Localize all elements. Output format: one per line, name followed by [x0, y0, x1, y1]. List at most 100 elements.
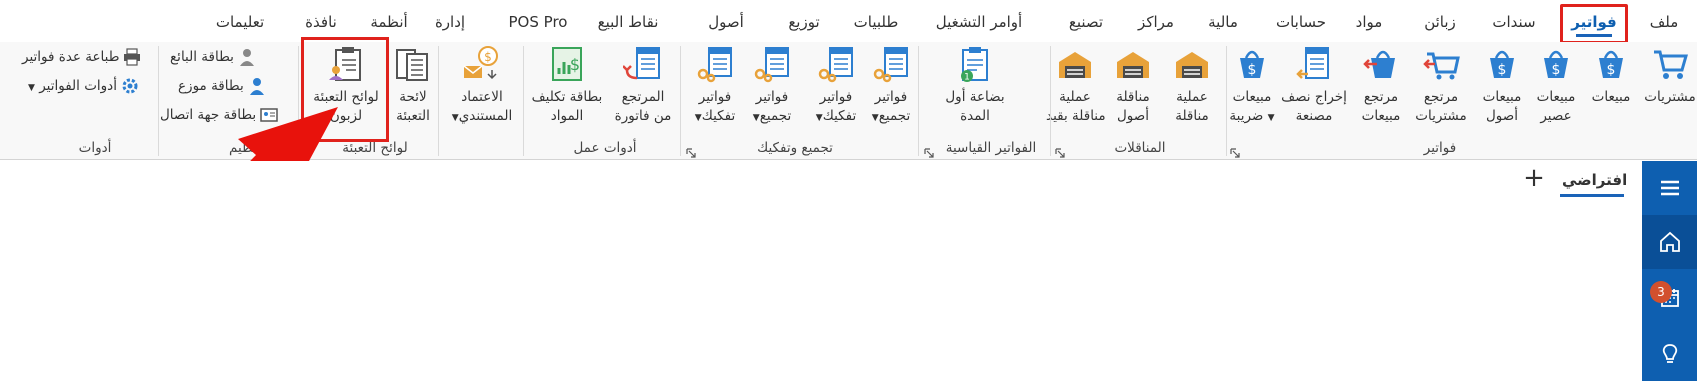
material-cost-card-button[interactable]: $ بطاقة تكليف المواد [526, 44, 608, 138]
envelope-coin-icon: $ [462, 44, 502, 84]
transfer-op-label-2: مناقلة [1175, 108, 1209, 124]
menu-tab-vouchers[interactable]: سندات [1488, 10, 1540, 34]
opening-goods-label-2: المدة [960, 108, 990, 124]
tax-sales-button[interactable]: $ مبيعات ضريبة ▼ [1226, 44, 1278, 138]
disassembly-inv-2-label-a: فواتير [698, 89, 732, 105]
assembly-inv-2-label-a: فواتير [755, 89, 789, 105]
group-separator [438, 46, 439, 156]
semi-manufactured-out-button[interactable]: إخراج نصف مصنعة [1276, 44, 1352, 138]
transfer-operation-button[interactable]: عملية مناقلة [1162, 44, 1222, 138]
menu-tab-file[interactable]: ملف [1642, 10, 1686, 34]
invoice-tools-label: أدوات الفواتير [39, 78, 117, 94]
menu-tab-customers[interactable]: زبائن [1415, 10, 1465, 34]
assembly-invoices-button-1[interactable]: فواتير ▼تجميع [866, 44, 916, 138]
packing-list-label-1: لائحة [399, 89, 427, 105]
return-sales-label-1: مرتجع [1363, 89, 1399, 105]
dialog-launcher-icon[interactable] [1055, 143, 1065, 158]
menu-tab-finance[interactable]: مالية [1198, 10, 1248, 34]
menu-button[interactable] [1642, 161, 1697, 215]
active-tab-underline [1576, 34, 1612, 37]
returned-invoice-label-1: المرتجع [621, 89, 665, 105]
ideas-button[interactable] [1642, 327, 1697, 381]
dialog-launcher-icon[interactable] [1230, 143, 1240, 158]
disassembly-invoices-button-2[interactable]: فواتير ▼تفكيك [688, 44, 742, 138]
dialog-launcher-icon[interactable] [686, 143, 696, 158]
packing-list-label-2: التعبئة [396, 108, 430, 124]
asset-transfer-label-1: مناقلة [1116, 89, 1150, 105]
seller-card-button[interactable]: بطاقة البائع [170, 46, 256, 68]
group-separator [1050, 46, 1051, 156]
warehouse-icon [1113, 44, 1153, 84]
menu-tab-distribution[interactable]: توزيع [776, 10, 832, 34]
group-label-transfers: المناقلات [1114, 140, 1166, 156]
dropdown-arrow-icon: ▼ [1267, 113, 1275, 123]
opening-goods-button[interactable]: 1 بضاعة أول المدة [935, 44, 1015, 138]
menu-tab-work-orders[interactable]: أوامر التشغيل [918, 10, 1040, 34]
dropdown-arrow-icon: ▼ [694, 113, 702, 123]
menu-tab-materials[interactable]: مواد [1346, 10, 1392, 34]
purchases-button[interactable]: مشتريات [1643, 44, 1697, 138]
tab-default-view[interactable]: افتراضي [1562, 168, 1627, 192]
invoice-return-icon [622, 44, 663, 84]
add-view-button[interactable]: + [1522, 165, 1546, 191]
asset-transfer-button[interactable]: مناقلة أصول [1104, 44, 1162, 138]
svg-text:$: $ [1552, 62, 1561, 78]
invoice-assembly-icon [871, 44, 911, 84]
menu-tab-accounts[interactable]: حسابات [1270, 10, 1332, 34]
side-nav: 3 [1642, 161, 1697, 381]
disassembly-invoices-button-1[interactable]: فواتير ▼تفكيك [810, 44, 862, 138]
sales-juice-button[interactable]: $ مبيعات عصير [1530, 44, 1582, 138]
calendar-button[interactable]: 3 [1642, 271, 1697, 325]
invoice-assembly-icon [752, 44, 792, 84]
return-purchases-button[interactable]: مرتجع مشتريات [1408, 44, 1474, 138]
menu-tab-assets[interactable]: أصول [702, 10, 750, 34]
basket-dollar-icon: $ [1482, 44, 1522, 84]
menu-tab-pos[interactable]: نقاط البيع [580, 10, 676, 34]
sales-button[interactable]: $ مبيعات [1582, 44, 1640, 138]
material-cost-label-2: المواد [550, 108, 584, 124]
sales-assets-button[interactable]: $ مبيعات أصول [1476, 44, 1528, 138]
assembly-inv-1-text: تجميع [878, 108, 911, 124]
dropdown-arrow-icon: ▼ [28, 83, 35, 93]
distributor-card-button[interactable]: بطاقة موزع [178, 75, 266, 97]
clipboard-calendar-icon: 1 [955, 44, 995, 84]
group-separator [1226, 46, 1227, 156]
menu-tab-help[interactable]: تعليمات [206, 10, 274, 34]
invoice-tools-dropdown[interactable]: ▼ أدوات الفواتير [28, 75, 139, 97]
menu-tab-administration[interactable]: إدارة [428, 10, 472, 34]
packing-list-button[interactable]: لائحة التعبئة [390, 44, 436, 138]
material-cost-label-1: بطاقة تكليف [531, 89, 603, 105]
group-separator [523, 46, 524, 156]
menu-tab-window[interactable]: نافذة [296, 10, 346, 34]
home-button[interactable] [1642, 215, 1697, 269]
workspace [0, 161, 1697, 381]
menu-tab-systems[interactable]: أنظمة [366, 10, 412, 34]
dropdown-arrow-icon: ▼ [871, 113, 879, 123]
sales-juice-label-1: مبيعات [1536, 89, 1576, 105]
assembly-inv-1-label-a: فواتير [874, 89, 908, 105]
menu-bar: ملف فواتير سندات زبائن مواد حسابات مالية… [0, 0, 1697, 42]
purchases-label: مشتريات [1644, 89, 1696, 105]
notification-badge: 3 [1650, 281, 1672, 303]
dropdown-arrow-icon: ▼ [451, 113, 459, 123]
cart-return-icon [1421, 44, 1461, 84]
restricted-transfer-label-2: مناقلة بقيد [1046, 108, 1106, 124]
tax-sales-label-text: ضريبة [1229, 108, 1264, 124]
dialog-launcher-icon[interactable] [924, 143, 934, 158]
return-sales-button[interactable]: مرتجع مبيعات [1354, 44, 1408, 138]
assembly-invoices-button-2[interactable]: فواتير ▼تجميع [746, 44, 798, 138]
menu-tab-manufacturing[interactable]: تصنيع [1058, 10, 1114, 34]
cart-icon [1650, 44, 1690, 84]
menu-tab-centers[interactable]: مراكز [1130, 10, 1182, 34]
approval-label-1: الاعتماد [461, 89, 503, 105]
hamburger-icon [1661, 180, 1679, 196]
menu-tab-pos-pro[interactable]: POS Pro [506, 10, 570, 34]
print-multiple-invoices-button[interactable]: طباعة عدة فواتير [22, 46, 141, 68]
restricted-transfer-button[interactable]: عملية مناقلة بقيد [1046, 44, 1106, 138]
group-label-tools: أدوات [78, 140, 112, 156]
returned-from-invoice-button[interactable]: المرتجع من فاتورة [608, 44, 678, 138]
menu-tab-orders[interactable]: طلبيات [848, 10, 904, 34]
person-icon [238, 48, 256, 66]
distributor-icon [248, 77, 266, 95]
documentary-approval-button[interactable]: $ الاعتماد ▼المستندي [442, 44, 522, 138]
